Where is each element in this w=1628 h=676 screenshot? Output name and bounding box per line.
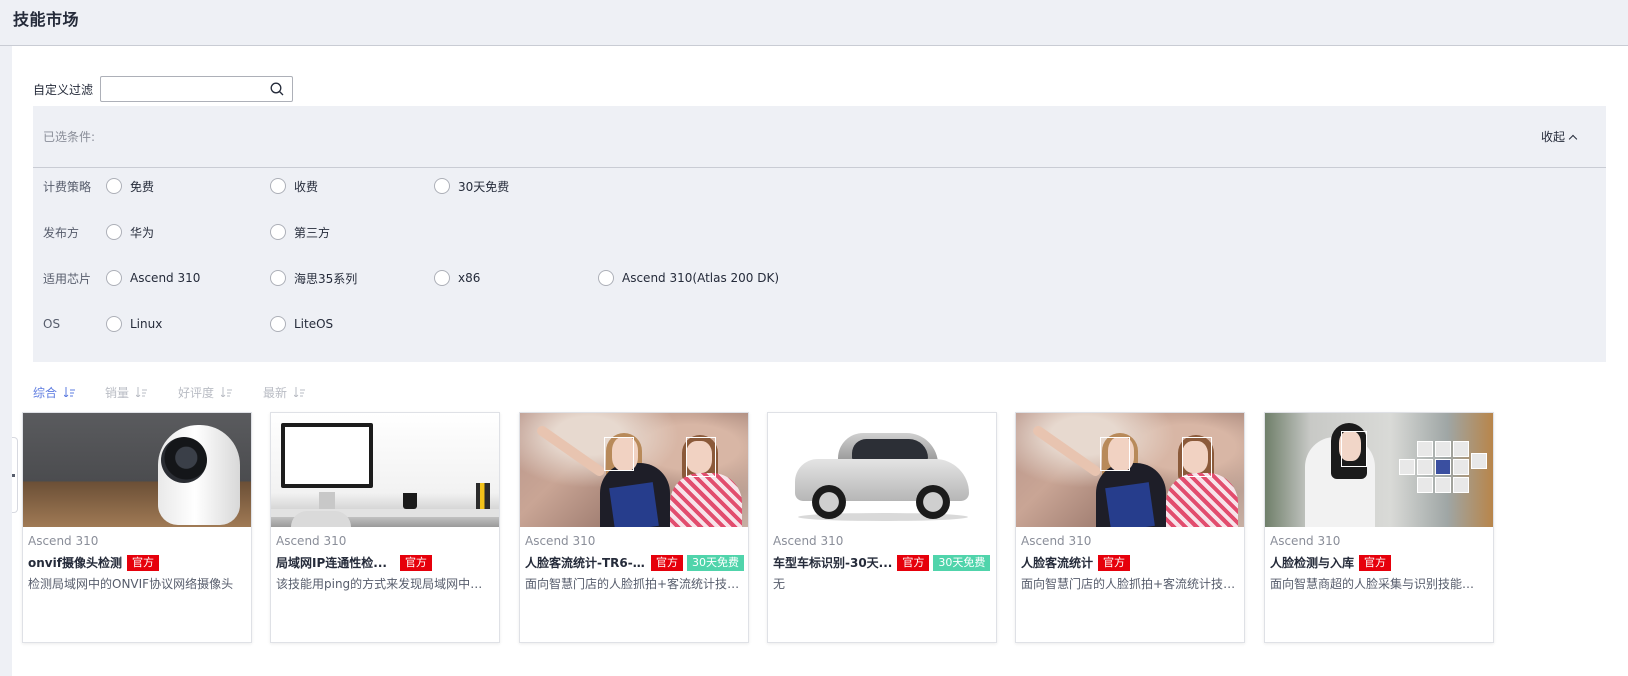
official-badge: 官方 [399,554,432,571]
monitor-thumbnail [271,413,499,527]
card-title: 车型车标识别-30天... [773,556,893,570]
skill-card[interactable]: Ascend 310 人脸检测与入库 官方 面向智慧商超的人脸采集与识别技能。本… [1264,412,1494,643]
radio-icon[interactable] [434,178,450,194]
skill-card[interactable]: Ascend 310 人脸客流统计 官方 面向智慧门店的人脸抓拍+客流统计技能.… [1015,412,1245,643]
radio-icon[interactable] [106,270,122,286]
skill-card[interactable]: Ascend 310 onvif摄像头检测 官方 检测局域网中的ONVIF协议网… [22,412,252,643]
skill-card[interactable]: Ascend 310 人脸客流统计-TR6-... 官方 30天免费 面向智慧门… [519,412,749,643]
sort-rating[interactable]: 好评度 [178,384,233,401]
radio-icon[interactable] [106,178,122,194]
page-title: 技能市场 [13,10,80,29]
selected-conditions-label: 已选条件: [43,130,96,144]
selected-conditions-bar: 已选条件: 收起 [33,106,1606,168]
people-thumbnail [1016,413,1244,527]
camera-thumbnail [23,413,251,527]
card-title: 人脸检测与入库 [1270,556,1355,570]
card-description: 无 [773,577,786,591]
radio-icon[interactable] [598,270,614,286]
card-chip: Ascend 310 [28,534,99,548]
card-description: 检测局域网中的ONVIF协议网络摄像头 [28,577,234,591]
card-title: 人脸客流统计-TR6-... [525,556,646,570]
free-trial-badge: 30天免费 [933,554,991,571]
filter-group-os: OS Linux LiteOS [33,314,1606,334]
option-free[interactable]: 免费 [106,178,154,195]
filter-group-label: 计费策略 [43,179,92,194]
sort-desc-icon [64,387,76,397]
search-icon[interactable] [270,82,284,96]
card-description: 面向智慧门店的人脸抓拍+客流统计技能... [1021,577,1236,591]
search-input[interactable] [101,77,261,101]
search-box [100,76,293,102]
option-hisi-35[interactable]: 海思35系列 [270,270,357,287]
sort-comprehensive[interactable]: 综合 [33,384,76,401]
sort-desc-icon [294,387,306,397]
card-chip: Ascend 310 [276,534,347,548]
radio-icon[interactable] [106,224,122,240]
card-title: 局域网IP连通性检... [276,556,387,570]
sort-desc-icon [136,387,148,397]
filter-group-publisher: 发布方 华为 第三方 [33,222,1606,242]
side-collapse-handle[interactable] [12,437,18,513]
card-title: onvif摄像头检测 [28,556,122,570]
custom-filter-row: 自定义过滤 [33,76,293,102]
option-ascend-310-atlas[interactable]: Ascend 310(Atlas 200 DK) [598,270,779,286]
custom-filter-label: 自定义过滤 [33,82,94,97]
option-liteos[interactable]: LiteOS [270,316,333,332]
free-trial-badge: 30天免费 [687,554,744,571]
card-chip: Ascend 310 [1270,534,1341,548]
option-ascend-310[interactable]: Ascend 310 [106,270,200,286]
filter-group-billing: 计费策略 免费 收费 30天免费 [33,176,1606,196]
official-badge: 官方 [1359,554,1392,571]
skill-card[interactable]: Ascend 310 局域网IP连通性检... 官方 该技能用ping的方式来发… [270,412,500,643]
card-title: 人脸客流统计 [1021,556,1094,570]
radio-icon[interactable] [270,178,286,194]
sort-newest[interactable]: 最新 [263,384,306,401]
card-chip: Ascend 310 [773,534,844,548]
radio-icon[interactable] [270,270,286,286]
face-detection-thumbnail [1265,413,1493,527]
collapse-label: 收起 [1540,130,1565,144]
filter-group-label: OS [43,317,61,331]
radio-icon[interactable] [270,224,286,240]
card-chip: Ascend 310 [525,534,596,548]
radio-icon[interactable] [434,270,450,286]
filter-group-label: 发布方 [43,225,80,240]
sort-sales[interactable]: 销量 [105,384,148,401]
collapse-button[interactable]: 收起 [1540,128,1578,145]
card-chip: Ascend 310 [1021,534,1092,548]
filter-group-label: 适用芯片 [43,271,92,286]
official-badge: 官方 [651,554,683,571]
official-badge: 官方 [897,554,930,571]
radio-icon[interactable] [270,316,286,332]
card-description: 面向智慧商超的人脸采集与识别技能。本... [1270,577,1485,591]
card-description: 面向智慧门店的人脸抓拍+客流统计技能... [525,577,740,591]
page-header: 技能市场 [0,0,1628,46]
chevron-up-icon [1568,134,1578,143]
filter-group-chip: 适用芯片 Ascend 310 海思35系列 x86 Ascend 310(At… [33,268,1606,288]
option-30-day-free[interactable]: 30天免费 [434,178,509,195]
car-thumbnail [768,413,996,527]
option-x86[interactable]: x86 [434,270,480,286]
sort-desc-icon [221,387,233,397]
people-thumbnail [520,413,748,527]
radio-icon[interactable] [106,316,122,332]
option-paid[interactable]: 收费 [270,178,318,195]
official-badge: 官方 [1098,554,1131,571]
skill-card[interactable]: Ascend 310 车型车标识别-30天... 官方 30天免费 无 [767,412,997,643]
option-huawei[interactable]: 华为 [106,224,154,241]
option-third-party[interactable]: 第三方 [270,224,330,241]
option-linux[interactable]: Linux [106,316,162,332]
official-badge: 官方 [126,554,159,571]
card-description: 该技能用ping的方式来发现局域网中的其... [276,577,491,591]
conditions-panel: 已选条件: 收起 计费策略 免费 收费 30天免费 发布方 华为 第三方 适用芯… [33,106,1606,362]
